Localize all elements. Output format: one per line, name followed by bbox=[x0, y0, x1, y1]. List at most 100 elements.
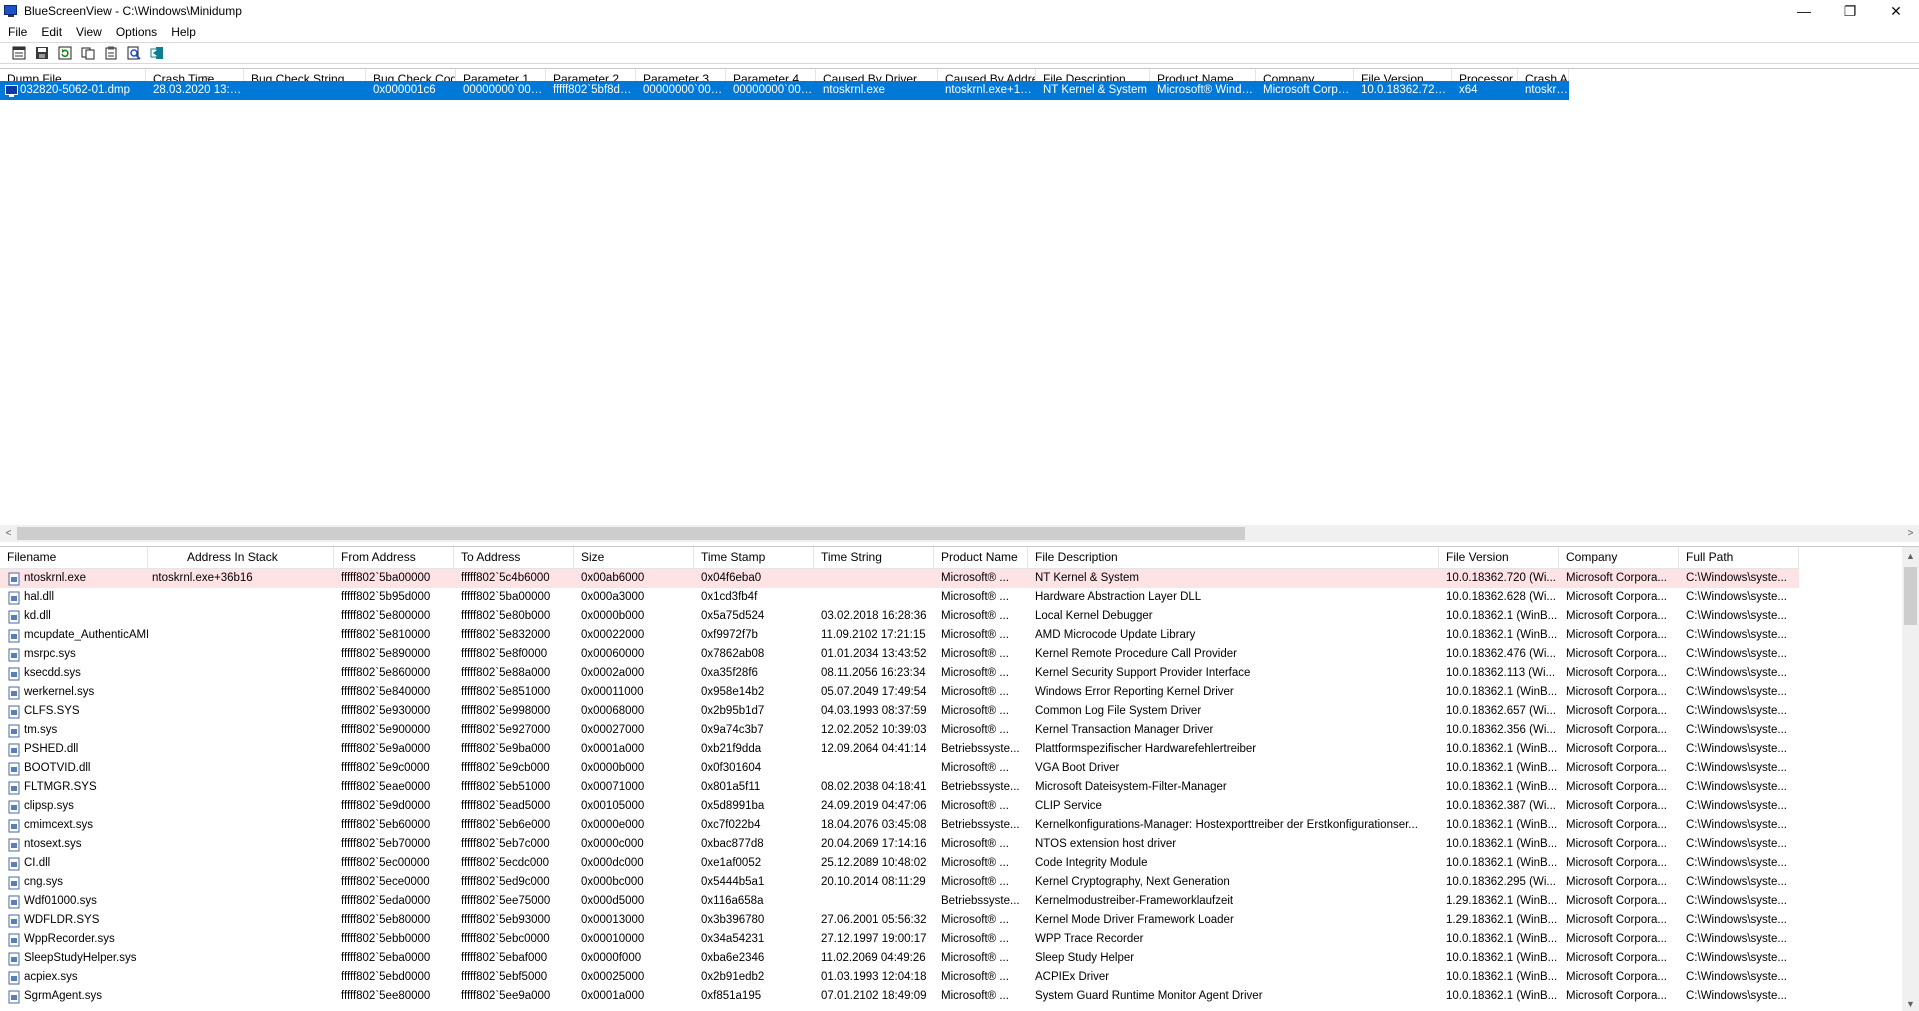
module-row[interactable]: msrpc.sys fffff802`5e890000 fffff802`5e8f0… bbox=[0, 645, 1799, 664]
col-size[interactable]: Size bbox=[574, 547, 694, 569]
minimize-button[interactable]: — bbox=[1781, 0, 1827, 22]
col-to-address[interactable]: To Address bbox=[454, 547, 574, 569]
module-row[interactable]: acpiex.sys fffff802`5ebd0000 fffff802`5ebf… bbox=[0, 968, 1799, 987]
exit-icon[interactable] bbox=[148, 44, 166, 62]
driver-file-icon bbox=[8, 971, 20, 984]
menu-edit[interactable]: Edit bbox=[34, 22, 69, 42]
module-cell-file-version: 10.0.18362.1 (WinB... bbox=[1446, 838, 1558, 850]
module-cell-filename: ksecdd.sys bbox=[0, 664, 148, 683]
module-row[interactable]: FLTMGR.SYS fffff802`5eae0000 fffff802`5eb5… bbox=[0, 778, 1799, 797]
col-time-stamp[interactable]: Time Stamp bbox=[694, 547, 814, 569]
module-cell-to-address: fffff802`5eb6e000 bbox=[461, 819, 551, 831]
module-cell-to-address: fffff802`5ee75000 bbox=[461, 895, 551, 907]
module-row[interactable]: CI.dll fffff802`5ec00000 fffff802`5ecdc000… bbox=[0, 854, 1799, 873]
module-row[interactable]: cng.sys fffff802`5ece0000 fffff802`5ed9c00… bbox=[0, 873, 1799, 892]
module-cell-full-path: C:\Windows\syste... bbox=[1686, 648, 1787, 660]
module-filename: acpiex.sys bbox=[24, 971, 78, 983]
module-cell-product-name: Microsoft® ... bbox=[941, 857, 1009, 869]
driver-file-icon bbox=[8, 857, 20, 870]
col-file-description-lower[interactable]: File Description bbox=[1028, 547, 1439, 569]
module-cell-product-name: Microsoft® ... bbox=[941, 686, 1009, 698]
find-icon[interactable] bbox=[125, 44, 143, 62]
module-cell-full-path: C:\Windows\syste... bbox=[1686, 933, 1787, 945]
module-cell-to-address: fffff802`5e927000 bbox=[461, 724, 551, 736]
col-product-name-lower[interactable]: Product Name bbox=[934, 547, 1028, 569]
save-icon[interactable] bbox=[33, 44, 51, 62]
horizontal-scroll-thumb[interactable] bbox=[17, 527, 1245, 540]
module-row[interactable]: ntosext.sys fffff802`5eb70000 fffff802`5eb… bbox=[0, 835, 1799, 854]
cell-file-description: NT Kernel & System bbox=[1043, 84, 1147, 96]
module-cell-from-address: fffff802`5ee80000 bbox=[341, 990, 431, 1002]
menu-file[interactable]: File bbox=[0, 22, 34, 42]
module-cell-time-string: 18.04.2076 03:45:08 bbox=[821, 819, 927, 831]
scroll-right-arrow-icon[interactable]: > bbox=[1902, 525, 1919, 542]
copy-icon[interactable] bbox=[79, 44, 97, 62]
menu-view[interactable]: View bbox=[69, 22, 109, 42]
menu-options[interactable]: Options bbox=[109, 22, 164, 42]
restore-button[interactable]: ❐ bbox=[1827, 0, 1873, 22]
module-row[interactable]: hal.dll fffff802`5b95d000 fffff802`5ba0000… bbox=[0, 588, 1799, 607]
vertical-scrollbar[interactable]: ▲ ▼ bbox=[1902, 547, 1919, 1011]
module-row[interactable]: WppRecorder.sys fffff802`5ebb0000 fffff802… bbox=[0, 930, 1799, 949]
crash-row-selected[interactable]: 032820-5062-01.dmp 28.03.2020 13:05:10 0… bbox=[0, 81, 1569, 100]
module-row[interactable]: Wdf01000.sys fffff802`5eda0000 fffff802`5e… bbox=[0, 892, 1799, 911]
module-cell-product-name: Microsoft® ... bbox=[941, 933, 1009, 945]
module-cell-full-path: C:\Windows\syste... bbox=[1686, 572, 1787, 584]
module-row[interactable]: PSHED.dll fffff802`5e9a0000 fffff802`5e9ba… bbox=[0, 740, 1799, 759]
scroll-down-arrow-icon[interactable]: ▼ bbox=[1902, 995, 1919, 1011]
col-file-version-lower[interactable]: File Version bbox=[1439, 547, 1559, 569]
module-cell-company: Microsoft Corpora... bbox=[1566, 610, 1667, 622]
module-cell-full-path: C:\Windows\syste... bbox=[1686, 743, 1787, 755]
module-cell-file-version: 10.0.18362.1 (WinB... bbox=[1446, 629, 1558, 641]
module-cell-time-string: 01.01.2034 13:43:52 bbox=[821, 648, 927, 660]
module-cell-time-stamp: 0x116a658a bbox=[701, 895, 764, 907]
app-monitor-icon bbox=[4, 4, 18, 18]
module-row[interactable]: kd.dll fffff802`5e800000 fffff802`5e80b000… bbox=[0, 607, 1799, 626]
module-row[interactable]: cmimcext.sys fffff802`5eb60000 fffff802`5e… bbox=[0, 816, 1799, 835]
module-cell-address-in-stack bbox=[148, 892, 334, 911]
col-address-in-stack[interactable]: Address In Stack ⁄ bbox=[148, 547, 334, 569]
module-row[interactable]: BOOTVID.dll fffff802`5e9c0000 fffff802`5e9… bbox=[0, 759, 1799, 778]
module-cell-product-name: Microsoft® ... bbox=[941, 705, 1009, 717]
close-button[interactable]: ✕ bbox=[1873, 0, 1919, 22]
module-filename: WppRecorder.sys bbox=[24, 933, 115, 945]
vertical-scroll-thumb[interactable] bbox=[1904, 567, 1917, 625]
module-cell-to-address: fffff802`5eb51000 bbox=[461, 781, 551, 793]
module-cell-time-stamp: 0x1cd3fb4f bbox=[701, 591, 758, 603]
module-cell-to-address: fffff802`5e851000 bbox=[461, 686, 551, 698]
module-row[interactable]: ksecdd.sys fffff802`5e860000 fffff802`5e88… bbox=[0, 664, 1799, 683]
scroll-up-arrow-icon[interactable]: ▲ bbox=[1902, 547, 1919, 564]
module-cell-address-in-stack bbox=[148, 911, 334, 930]
module-row[interactable]: clipsp.sys fffff802`5e9d0000 fffff802`5ead… bbox=[0, 797, 1799, 816]
properties-icon[interactable] bbox=[10, 44, 28, 62]
module-row[interactable]: SleepStudyHelper.sys fffff802`5eba0000 fff… bbox=[0, 949, 1799, 968]
module-row[interactable]: CLFS.SYS fffff802`5e930000 fffff802`5e9980… bbox=[0, 702, 1799, 721]
col-full-path[interactable]: Full Path bbox=[1679, 547, 1799, 569]
driver-file-icon bbox=[8, 572, 20, 585]
scroll-left-arrow-icon[interactable]: < bbox=[0, 525, 17, 542]
html-report-icon[interactable] bbox=[102, 44, 120, 62]
horizontal-scrollbar[interactable]: < > bbox=[0, 525, 1919, 542]
module-row[interactable]: WDFLDR.SYS fffff802`5eb80000 fffff802`5eb9… bbox=[0, 911, 1799, 930]
module-cell-to-address: fffff802`5e88a000 bbox=[461, 667, 551, 679]
module-row[interactable]: tm.sys fffff802`5e900000 fffff802`5e927000… bbox=[0, 721, 1799, 740]
col-time-string[interactable]: Time String bbox=[814, 547, 934, 569]
driver-file-icon bbox=[8, 686, 20, 699]
col-from-address[interactable]: From Address bbox=[334, 547, 454, 569]
cell-caused-by-driver: ntoskrnl.exe bbox=[823, 84, 886, 96]
col-company-lower[interactable]: Company bbox=[1559, 547, 1679, 569]
module-cell-file-description: Local Kernel Debugger bbox=[1035, 610, 1153, 622]
module-cell-time-string: 25.12.2089 10:48:02 bbox=[821, 857, 927, 869]
col-filename[interactable]: Filename bbox=[0, 547, 148, 569]
refresh-icon[interactable] bbox=[56, 44, 74, 62]
module-cell-time-string: 08.11.2056 16:23:34 bbox=[821, 667, 926, 679]
module-cell-time-stamp: 0xc7f022b4 bbox=[701, 819, 761, 831]
module-row[interactable]: werkernel.sys fffff802`5e840000 fffff802`5… bbox=[0, 683, 1799, 702]
module-cell-file-description: VGA Boot Driver bbox=[1035, 762, 1120, 774]
module-cell-to-address: fffff802`5e832000 bbox=[461, 629, 551, 641]
menu-help[interactable]: Help bbox=[164, 22, 203, 42]
module-cell-to-address: fffff802`5ebc0000 bbox=[461, 933, 550, 945]
module-row[interactable]: mcupdate_AuthenticAMD.dll fffff802`5e8100… bbox=[0, 626, 1799, 645]
module-row[interactable]: ntoskrnl.exe ntoskrnl.exe+36b16 fffff802`5… bbox=[0, 569, 1799, 588]
module-row[interactable]: SgrmAgent.sys fffff802`5ee80000 fffff802`5… bbox=[0, 987, 1799, 1006]
